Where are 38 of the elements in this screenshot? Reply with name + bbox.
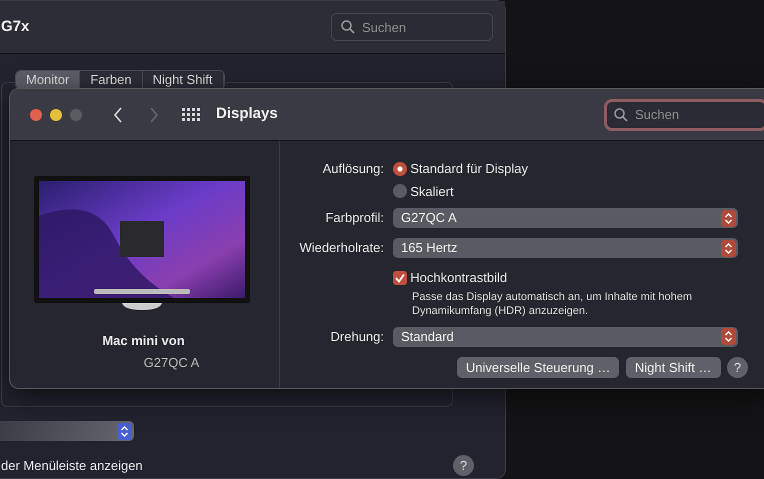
push-button[interactable]: Night Shift …: [626, 356, 720, 378]
forward-icon[interactable]: [149, 106, 159, 122]
tab[interactable]: Night Shift: [142, 71, 224, 89]
help-button[interactable]: ?: [727, 356, 748, 378]
radio-button[interactable]: Skaliert: [393, 182, 454, 201]
search-field[interactable]: Suchen: [331, 13, 493, 41]
stepper-icon: [721, 210, 736, 226]
description-text: Passe das Display automatisch an, um Inhalte mit hohem Dynamikumfang (HDR) anzuzeigen.: [412, 290, 694, 318]
popup-button[interactable]: G27QC A: [393, 208, 738, 228]
popup-button[interactable]: Standard: [393, 326, 738, 346]
popup-button[interactable]: 165 Hertz: [393, 238, 738, 258]
grid-icon[interactable]: [182, 108, 200, 121]
checkbox[interactable]: Hochkontrastbild: [393, 268, 508, 288]
tab[interactable]: Monitor: [16, 71, 80, 89]
field-label: Wiederholrate:: [299, 240, 384, 256]
field-label: Farbprofil:: [325, 210, 384, 226]
stepper-icon: [721, 240, 736, 256]
checkbox-label: der Menüleiste anzeigen: [1, 456, 143, 475]
push-button[interactable]: Universelle Steuerung …: [456, 356, 620, 378]
display-model: G27QC A: [144, 354, 200, 372]
zoom-button[interactable]: [70, 108, 82, 120]
close-button[interactable]: [30, 108, 42, 120]
stepper-icon: [721, 328, 736, 345]
search-icon: [614, 108, 628, 122]
field-label: Auflösung:: [322, 161, 384, 176]
field-label: Drehung:: [330, 328, 384, 344]
popup-button[interactable]: [0, 421, 134, 441]
window-title: Displays: [216, 104, 278, 124]
window-title: G7x: [1, 16, 30, 37]
display-name: Mac mini von: [102, 332, 185, 350]
help-button[interactable]: ?: [453, 455, 474, 476]
tab[interactable]: Farben: [80, 71, 143, 89]
search-field[interactable]: Suchen: [604, 98, 764, 130]
minimize-button[interactable]: [50, 108, 62, 120]
back-icon[interactable]: [113, 106, 123, 122]
search-icon: [341, 20, 355, 34]
stepper-icon: [117, 422, 132, 440]
radio-button[interactable]: Standard für Display: [393, 159, 528, 178]
